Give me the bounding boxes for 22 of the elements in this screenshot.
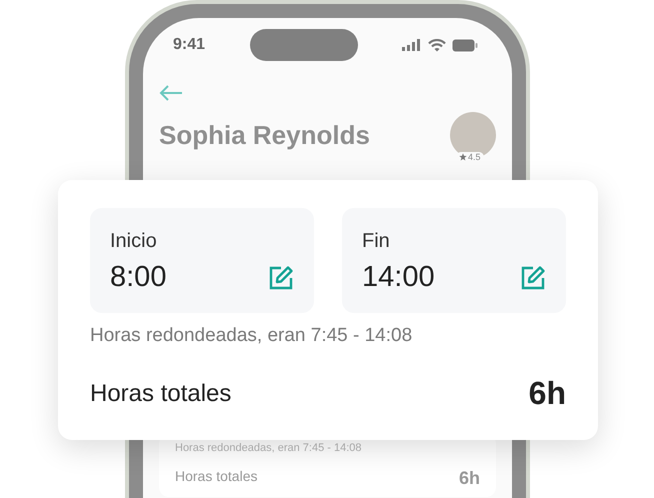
star-icon [459,153,467,161]
edit-icon[interactable] [520,264,546,290]
time-label: Fin [362,230,390,253]
signal-icon [402,39,422,51]
back-arrow-icon[interactable] [159,84,183,102]
status-time: 9:41 [173,36,206,54]
total-hours-label: Horas totales [175,468,258,486]
time-value: 14:00 [362,261,435,294]
rating-label: 4.5 [468,152,481,162]
time-label: Inicio [110,230,157,253]
rounded-hours-note: Horas redondeadas, eran 7:45 - 14:08 [90,325,412,347]
battery-icon [452,38,478,52]
total-hours-value: 6h [528,375,566,412]
total-hours-value: 6h [458,468,480,489]
time-field[interactable]: Inicio 8:00 [90,208,314,313]
person-name: Sophia Reynolds [159,120,370,150]
wifi-icon [428,38,446,52]
edit-icon[interactable] [268,264,294,290]
time-value: 8:00 [110,261,166,294]
total-hours-label: Horas totales [90,380,232,408]
time-field[interactable]: Fin 14:00 [342,208,566,313]
rounded-hours-note: Horas redondeadas, eran 7:45 - 14:08 [175,442,363,454]
